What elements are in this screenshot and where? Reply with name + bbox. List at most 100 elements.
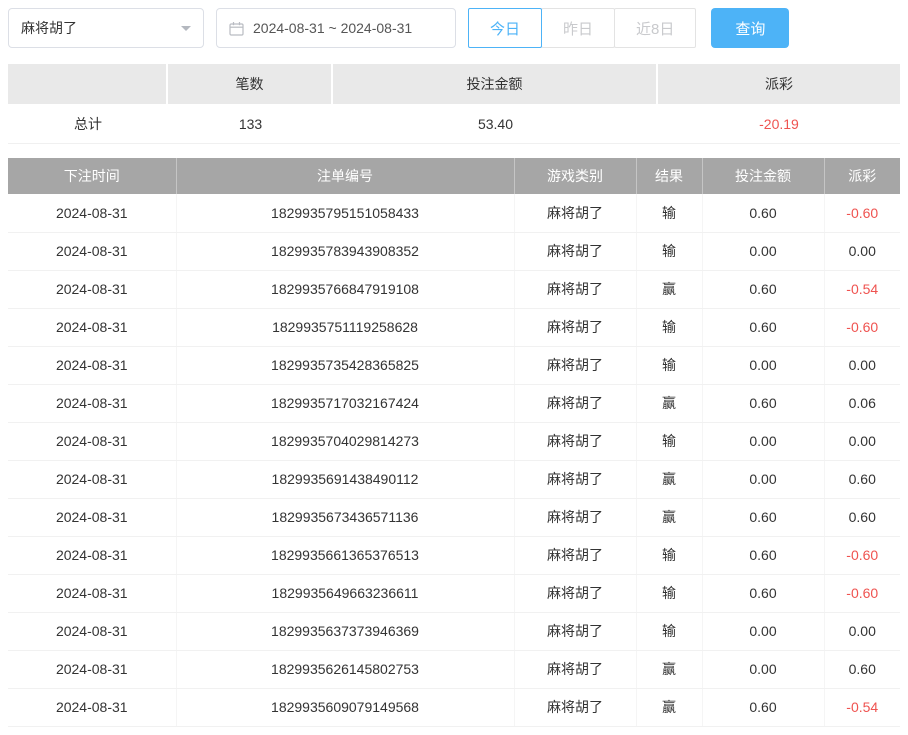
cell-bet-time: 2024-08-31 bbox=[8, 346, 176, 384]
cell-result: 赢 bbox=[636, 650, 702, 688]
cell-game-type: 麻将胡了 bbox=[514, 346, 636, 384]
quick-filter-yesterday[interactable]: 昨日 bbox=[541, 8, 615, 48]
cell-bet-time: 2024-08-31 bbox=[8, 194, 176, 232]
cell-bet-time: 2024-08-31 bbox=[8, 232, 176, 270]
cell-bet-time: 2024-08-31 bbox=[8, 460, 176, 498]
cell-game-type: 麻将胡了 bbox=[514, 422, 636, 460]
cell-game-type: 麻将胡了 bbox=[514, 574, 636, 612]
header-game-type: 游戏类别 bbox=[514, 158, 636, 194]
cell-game-type: 麻将胡了 bbox=[514, 650, 636, 688]
cell-result: 赢 bbox=[636, 384, 702, 422]
cell-game-type: 麻将胡了 bbox=[514, 270, 636, 308]
quick-filter-group: 今日昨日近8日 bbox=[468, 8, 696, 48]
cell-result: 输 bbox=[636, 422, 702, 460]
table-row: 2024-08-31 1829935626145802753 麻将胡了 赢 0.… bbox=[8, 650, 900, 688]
cell-bet-time: 2024-08-31 bbox=[8, 498, 176, 536]
cell-result: 输 bbox=[636, 574, 702, 612]
cell-result: 赢 bbox=[636, 498, 702, 536]
cell-payout: 0.00 bbox=[824, 612, 900, 650]
cell-bet-time: 2024-08-31 bbox=[8, 308, 176, 346]
calendar-icon bbox=[229, 21, 244, 36]
date-range-input[interactable]: 2024-08-31 ~ 2024-08-31 bbox=[216, 8, 456, 48]
table-row: 2024-08-31 1829935673436571136 麻将胡了 赢 0.… bbox=[8, 498, 900, 536]
cell-bet-time: 2024-08-31 bbox=[8, 536, 176, 574]
summary-section: 笔数 投注金额 派彩 总计 133 53.40 -20.19 bbox=[8, 64, 900, 144]
quick-filter-today[interactable]: 今日 bbox=[468, 8, 542, 48]
cell-bet-amount: 0.00 bbox=[702, 346, 824, 384]
table-row: 2024-08-31 1829935735428365825 麻将胡了 输 0.… bbox=[8, 346, 900, 384]
cell-payout: -0.54 bbox=[824, 688, 900, 726]
summary-total-row: 总计 133 53.40 -20.19 bbox=[8, 104, 900, 144]
cell-result: 输 bbox=[636, 536, 702, 574]
cell-bet-amount: 0.60 bbox=[702, 194, 824, 232]
cell-bet-amount: 0.60 bbox=[702, 270, 824, 308]
table-row: 2024-08-31 1829935717032167424 麻将胡了 赢 0.… bbox=[8, 384, 900, 422]
cell-bet-time: 2024-08-31 bbox=[8, 270, 176, 308]
header-result: 结果 bbox=[636, 158, 702, 194]
cell-game-type: 麻将胡了 bbox=[514, 194, 636, 232]
summary-total-label: 总计 bbox=[8, 104, 168, 144]
cell-bet-amount: 0.00 bbox=[702, 612, 824, 650]
cell-bet-time: 2024-08-31 bbox=[8, 650, 176, 688]
table-row: 2024-08-31 1829935766847919108 麻将胡了 赢 0.… bbox=[8, 270, 900, 308]
summary-count-value: 133 bbox=[168, 104, 333, 144]
cell-payout: 0.00 bbox=[824, 422, 900, 460]
cell-payout: -0.60 bbox=[824, 194, 900, 232]
cell-bet-time: 2024-08-31 bbox=[8, 384, 176, 422]
summary-header-bet: 投注金额 bbox=[333, 64, 658, 104]
cell-bet-id: 1829935661365376513 bbox=[176, 536, 514, 574]
cell-payout: -0.60 bbox=[824, 574, 900, 612]
header-bet-time: 下注时间 bbox=[8, 158, 176, 194]
bet-table-header: 下注时间 注单编号 游戏类别 结果 投注金额 派彩 bbox=[8, 158, 900, 194]
cell-bet-id: 1829935751119258628 bbox=[176, 308, 514, 346]
cell-bet-id: 1829935609079149568 bbox=[176, 688, 514, 726]
cell-payout: -0.60 bbox=[824, 308, 900, 346]
date-range-text: 2024-08-31 ~ 2024-08-31 bbox=[253, 20, 412, 36]
cell-result: 赢 bbox=[636, 270, 702, 308]
cell-bet-id: 1829935691438490112 bbox=[176, 460, 514, 498]
header-bet-amount: 投注金额 bbox=[702, 158, 824, 194]
table-row: 2024-08-31 1829935704029814273 麻将胡了 输 0.… bbox=[8, 422, 900, 460]
cell-result: 输 bbox=[636, 346, 702, 384]
quick-filter-last8days[interactable]: 近8日 bbox=[614, 8, 696, 48]
cell-bet-amount: 0.00 bbox=[702, 422, 824, 460]
cell-bet-id: 1829935704029814273 bbox=[176, 422, 514, 460]
cell-payout: 0.00 bbox=[824, 232, 900, 270]
cell-game-type: 麻将胡了 bbox=[514, 498, 636, 536]
cell-bet-amount: 0.00 bbox=[702, 460, 824, 498]
summary-payout-value: -20.19 bbox=[658, 104, 900, 144]
cell-result: 赢 bbox=[636, 688, 702, 726]
header-bet-id: 注单编号 bbox=[176, 158, 514, 194]
header-payout: 派彩 bbox=[824, 158, 900, 194]
cell-payout: 0.60 bbox=[824, 498, 900, 536]
table-row: 2024-08-31 1829935795151058433 麻将胡了 输 0.… bbox=[8, 194, 900, 232]
table-row: 2024-08-31 1829935691438490112 麻将胡了 赢 0.… bbox=[8, 460, 900, 498]
summary-header-row: 笔数 投注金额 派彩 bbox=[8, 64, 900, 104]
game-select[interactable]: 麻将胡了 bbox=[8, 8, 204, 48]
cell-bet-id: 1829935637373946369 bbox=[176, 612, 514, 650]
cell-bet-amount: 0.60 bbox=[702, 688, 824, 726]
cell-result: 输 bbox=[636, 194, 702, 232]
summary-bet-value: 53.40 bbox=[333, 104, 658, 144]
cell-bet-amount: 0.00 bbox=[702, 650, 824, 688]
table-row: 2024-08-31 1829935637373946369 麻将胡了 输 0.… bbox=[8, 612, 900, 650]
table-row: 2024-08-31 1829935661365376513 麻将胡了 输 0.… bbox=[8, 536, 900, 574]
page: 麻将胡了 2024-08-31 ~ 2024-08-31 今日昨日近8日 查询 … bbox=[0, 0, 908, 735]
cell-payout: -0.60 bbox=[824, 536, 900, 574]
cell-payout: 0.60 bbox=[824, 650, 900, 688]
cell-bet-amount: 0.00 bbox=[702, 232, 824, 270]
cell-bet-id: 1829935717032167424 bbox=[176, 384, 514, 422]
cell-bet-id: 1829935649663236611 bbox=[176, 574, 514, 612]
game-select-value: 麻将胡了 bbox=[21, 18, 77, 38]
cell-payout: 0.06 bbox=[824, 384, 900, 422]
cell-result: 赢 bbox=[636, 460, 702, 498]
cell-game-type: 麻将胡了 bbox=[514, 308, 636, 346]
cell-bet-amount: 0.60 bbox=[702, 384, 824, 422]
cell-bet-amount: 0.60 bbox=[702, 498, 824, 536]
cell-bet-time: 2024-08-31 bbox=[8, 612, 176, 650]
query-button[interactable]: 查询 bbox=[711, 8, 789, 48]
cell-bet-id: 1829935626145802753 bbox=[176, 650, 514, 688]
cell-game-type: 麻将胡了 bbox=[514, 612, 636, 650]
cell-bet-amount: 0.60 bbox=[702, 536, 824, 574]
table-row: 2024-08-31 1829935649663236611 麻将胡了 输 0.… bbox=[8, 574, 900, 612]
